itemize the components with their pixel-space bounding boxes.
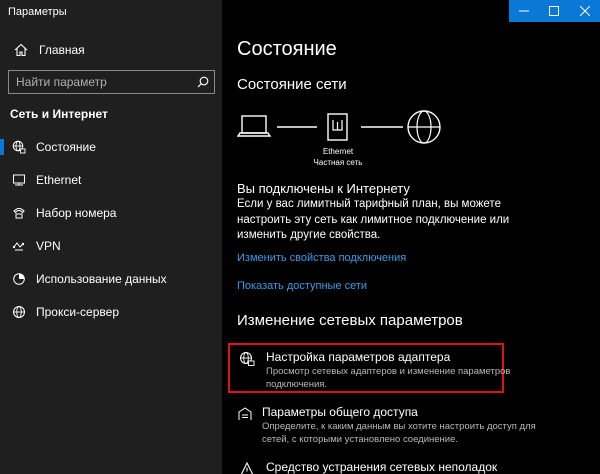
setting-title: Средство устранения сетевых неполадок (266, 460, 498, 474)
network-status-heading: Состояние сети (237, 76, 347, 93)
page-title: Состояние (237, 38, 337, 60)
troubleshooter-item[interactable]: Средство устранения сетевых неполадок (237, 460, 537, 474)
sidebar-item-label: Прокси-сервер (36, 304, 119, 319)
ethernet-port-icon (327, 113, 348, 141)
sidebar-item-ethernet[interactable]: Ethernet (0, 163, 222, 196)
computer-icon (237, 115, 272, 137)
globe-icon (10, 303, 28, 321)
search-input[interactable] (9, 71, 192, 93)
sidebar-section-title: Сеть и Интернет (10, 107, 108, 121)
setting-title: Параметры общего доступа (262, 405, 418, 419)
nav-home-label: Главная (39, 43, 85, 57)
sidebar: Параметры Главная Сеть и Интернет Состоя… (0, 0, 222, 474)
setting-description: Определите, к каким данным вы хотите нас… (262, 421, 536, 445)
sidebar-item-proxy[interactable]: Прокси-сервер (0, 295, 222, 328)
app-title: Параметры (8, 6, 67, 18)
sidebar-item-label: Набор номера (36, 205, 117, 220)
selection-indicator (0, 139, 4, 155)
sidebar-item-label: Состояние (36, 139, 96, 154)
sidebar-item-status[interactable]: Состояние (0, 130, 222, 163)
connection-status-description: Если у вас лимитный тарифный план, вы мо… (237, 198, 510, 241)
change-properties-link[interactable]: Изменить свойства подключения (237, 252, 406, 264)
sidebar-item-vpn[interactable]: VPN (0, 229, 222, 262)
globe-network-icon (10, 138, 28, 156)
title-bar[interactable]: Параметры (0, 0, 222, 24)
sidebar-item-label: Использование данных (36, 271, 167, 286)
change-settings-heading: Изменение сетевых параметров (237, 312, 463, 329)
sharing-icon (237, 406, 253, 426)
show-networks-link[interactable]: Показать доступные сети (237, 280, 367, 292)
connection-status-title: Вы подключены к Интернету (237, 181, 410, 196)
search-icon[interactable] (192, 71, 214, 93)
setting-title: Настройка параметров адаптера (266, 350, 451, 364)
ethernet-icon (10, 171, 28, 189)
adapter-name: Ethernet (322, 147, 354, 156)
nav-list: Состояние Ethernet Набор номера VPN Испо… (0, 130, 222, 328)
home-icon (12, 41, 30, 59)
internet-globe-icon (407, 110, 441, 144)
sidebar-item-label: VPN (36, 238, 61, 253)
data-usage-icon (10, 270, 28, 288)
troubleshoot-icon (237, 461, 257, 474)
dialup-icon (10, 204, 28, 222)
settings-window: Параметры Главная Сеть и Интернет Состоя… (0, 0, 600, 474)
setting-description: Просмотр сетевых адаптеров и изменение п… (266, 366, 511, 390)
network-diagram: Ethernet Частная сеть (237, 108, 452, 168)
sidebar-item-data-usage[interactable]: Использование данных (0, 262, 222, 295)
sidebar-item-label: Ethernet (36, 172, 82, 187)
sharing-options-item[interactable]: Параметры общего доступа Определите, к к… (237, 405, 537, 446)
adapter-options-item[interactable]: Настройка параметров адаптера Просмотр с… (237, 350, 537, 391)
nav-home[interactable]: Главная (8, 37, 214, 63)
network-profile: Частная сеть (313, 158, 363, 167)
adapter-icon (237, 351, 257, 371)
vpn-icon (10, 237, 28, 255)
sidebar-item-dialup[interactable]: Набор номера (0, 196, 222, 229)
main-content: Состояние Состояние сети Ethernet Частна… (222, 0, 600, 474)
search-box[interactable] (8, 70, 215, 94)
